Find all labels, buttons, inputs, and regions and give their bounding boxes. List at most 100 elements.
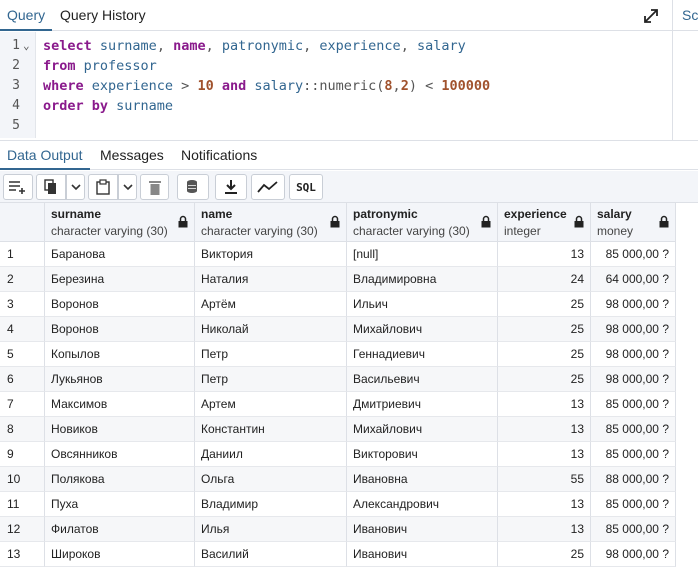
row-number-cell[interactable]: 6 [0, 367, 45, 392]
cell-experience[interactable]: 13 [498, 392, 591, 417]
cell-salary[interactable]: 85 000,00 ? [591, 517, 676, 542]
cell-experience[interactable]: 13 [498, 442, 591, 467]
cell-name[interactable]: Наталия [195, 267, 347, 292]
table-row[interactable]: 11 Пуха Владимир Александрович 13 85 000,00 ? [0, 492, 676, 517]
cell-name[interactable]: Даниил [195, 442, 347, 467]
table-row[interactable]: 9 Овсянников Даниил Викторович 13 85 000,00 ? [0, 442, 676, 467]
cell-experience[interactable]: 13 [498, 517, 591, 542]
cell-name[interactable]: Николай [195, 317, 347, 342]
cell-surname[interactable]: Баранова [45, 242, 195, 267]
tab-notifications[interactable]: Notifications [174, 141, 264, 170]
cell-salary[interactable]: 85 000,00 ? [591, 392, 676, 417]
cell-patronymic[interactable]: Геннадиевич [347, 342, 498, 367]
row-number-cell[interactable]: 9 [0, 442, 45, 467]
sql-editor[interactable]: 1 ⌄ select surname, name, patronymic, ex… [0, 32, 672, 138]
row-number-cell[interactable]: 13 [0, 542, 45, 567]
cell-name[interactable]: Илья [195, 517, 347, 542]
cell-name[interactable]: Артём [195, 292, 347, 317]
cell-name[interactable]: Ольга [195, 467, 347, 492]
table-row[interactable]: 3 Воронов Артём Ильич 25 98 000,00 ? [0, 292, 676, 317]
tab-query[interactable]: Query [0, 0, 53, 31]
download-button[interactable] [215, 174, 247, 200]
row-number-cell[interactable]: 7 [0, 392, 45, 417]
cell-name[interactable]: Петр [195, 342, 347, 367]
table-row[interactable]: 10 Полякова Ольга Ивановна 55 88 000,00 ? [0, 467, 676, 492]
cell-patronymic[interactable]: Ивановна [347, 467, 498, 492]
paste-button[interactable] [88, 174, 118, 200]
table-row[interactable]: 6 Лукьянов Петр Васильевич 25 98 000,00 ? [0, 367, 676, 392]
cell-surname[interactable]: Воронов [45, 292, 195, 317]
cell-name[interactable]: Петр [195, 367, 347, 392]
table-row[interactable]: 5 Копылов Петр Геннадиевич 25 98 000,00 ? [0, 342, 676, 367]
row-number-cell[interactable]: 10 [0, 467, 45, 492]
cell-patronymic[interactable]: Дмитриевич [347, 392, 498, 417]
sql-button[interactable]: SQL [289, 174, 323, 200]
cell-experience[interactable]: 25 [498, 292, 591, 317]
paste-dropdown-button[interactable] [118, 174, 137, 200]
column-header-salary[interactable]: salary money [591, 203, 676, 242]
cell-experience[interactable]: 25 [498, 342, 591, 367]
cell-surname[interactable]: Новиков [45, 417, 195, 442]
cell-name[interactable]: Василий [195, 542, 347, 567]
cell-salary[interactable]: 85 000,00 ? [591, 242, 676, 267]
cell-experience[interactable]: 13 [498, 242, 591, 267]
add-row-button[interactable] [3, 174, 33, 200]
cell-patronymic[interactable]: Александрович [347, 492, 498, 517]
cell-salary[interactable]: 64 000,00 ? [591, 267, 676, 292]
copy-dropdown-button[interactable] [66, 174, 85, 200]
cell-salary[interactable]: 98 000,00 ? [591, 317, 676, 342]
cell-salary[interactable]: 85 000,00 ? [591, 417, 676, 442]
cell-surname[interactable]: Филатов [45, 517, 195, 542]
tab-scratch-pad[interactable]: Sc [682, 0, 698, 31]
delete-button[interactable] [140, 174, 169, 200]
row-number-cell[interactable]: 8 [0, 417, 45, 442]
table-row[interactable]: 12 Филатов Илья Иванович 13 85 000,00 ? [0, 517, 676, 542]
cell-patronymic[interactable]: Михайлович [347, 317, 498, 342]
cell-surname[interactable]: Копылов [45, 342, 195, 367]
cell-patronymic[interactable]: Викторович [347, 442, 498, 467]
cell-surname[interactable]: Полякова [45, 467, 195, 492]
cell-surname[interactable]: Овсянников [45, 442, 195, 467]
cell-patronymic[interactable]: Ильич [347, 292, 498, 317]
table-row[interactable]: 8 Новиков Константин Михайлович 13 85 000,00 … [0, 417, 676, 442]
cell-surname[interactable]: Лукьянов [45, 367, 195, 392]
row-number-cell[interactable]: 5 [0, 342, 45, 367]
cell-name[interactable]: Артем [195, 392, 347, 417]
expand-icon[interactable] [641, 6, 661, 26]
cell-salary[interactable]: 98 000,00 ? [591, 292, 676, 317]
cell-surname[interactable]: Воронов [45, 317, 195, 342]
table-row[interactable]: 13 Широков Василий Иванович 25 98 000,00 ? [0, 542, 676, 567]
cell-experience[interactable]: 25 [498, 317, 591, 342]
column-header-patronymic[interactable]: patronymic character varying (30) [347, 203, 498, 242]
graph-visualiser-button[interactable] [251, 174, 285, 200]
row-number-cell[interactable]: 2 [0, 267, 45, 292]
cell-experience[interactable]: 25 [498, 367, 591, 392]
cell-experience[interactable]: 24 [498, 267, 591, 292]
cell-salary[interactable]: 98 000,00 ? [591, 367, 676, 392]
cell-patronymic[interactable]: Владимировна [347, 267, 498, 292]
row-number-cell[interactable]: 11 [0, 492, 45, 517]
save-data-button[interactable] [177, 174, 209, 200]
cell-salary[interactable]: 98 000,00 ? [591, 542, 676, 567]
row-number-cell[interactable]: 4 [0, 317, 45, 342]
table-row[interactable]: 7 Максимов Артем Дмитриевич 13 85 000,00 ? [0, 392, 676, 417]
tab-messages[interactable]: Messages [93, 141, 171, 170]
cell-surname[interactable]: Березина [45, 267, 195, 292]
cell-patronymic[interactable]: Васильевич [347, 367, 498, 392]
row-number-cell[interactable]: 1 [0, 242, 45, 267]
row-number-cell[interactable]: 12 [0, 517, 45, 542]
cell-experience[interactable]: 25 [498, 542, 591, 567]
cell-experience[interactable]: 13 [498, 492, 591, 517]
cell-salary[interactable]: 85 000,00 ? [591, 442, 676, 467]
column-header-surname[interactable]: surname character varying (30) [45, 203, 195, 242]
tab-data-output[interactable]: Data Output [0, 141, 90, 170]
cell-surname[interactable]: Широков [45, 542, 195, 567]
table-row[interactable]: 4 Воронов Николай Михайлович 25 98 000,00 ? [0, 317, 676, 342]
cell-surname[interactable]: Пуха [45, 492, 195, 517]
cell-experience[interactable]: 55 [498, 467, 591, 492]
table-row[interactable]: 1 Баранова Виктория [null] 13 85 000,00 ? [0, 242, 676, 267]
cell-name[interactable]: Владимир [195, 492, 347, 517]
cell-patronymic[interactable]: Иванович [347, 517, 498, 542]
panel-divider[interactable] [672, 0, 673, 140]
row-number-cell[interactable]: 3 [0, 292, 45, 317]
